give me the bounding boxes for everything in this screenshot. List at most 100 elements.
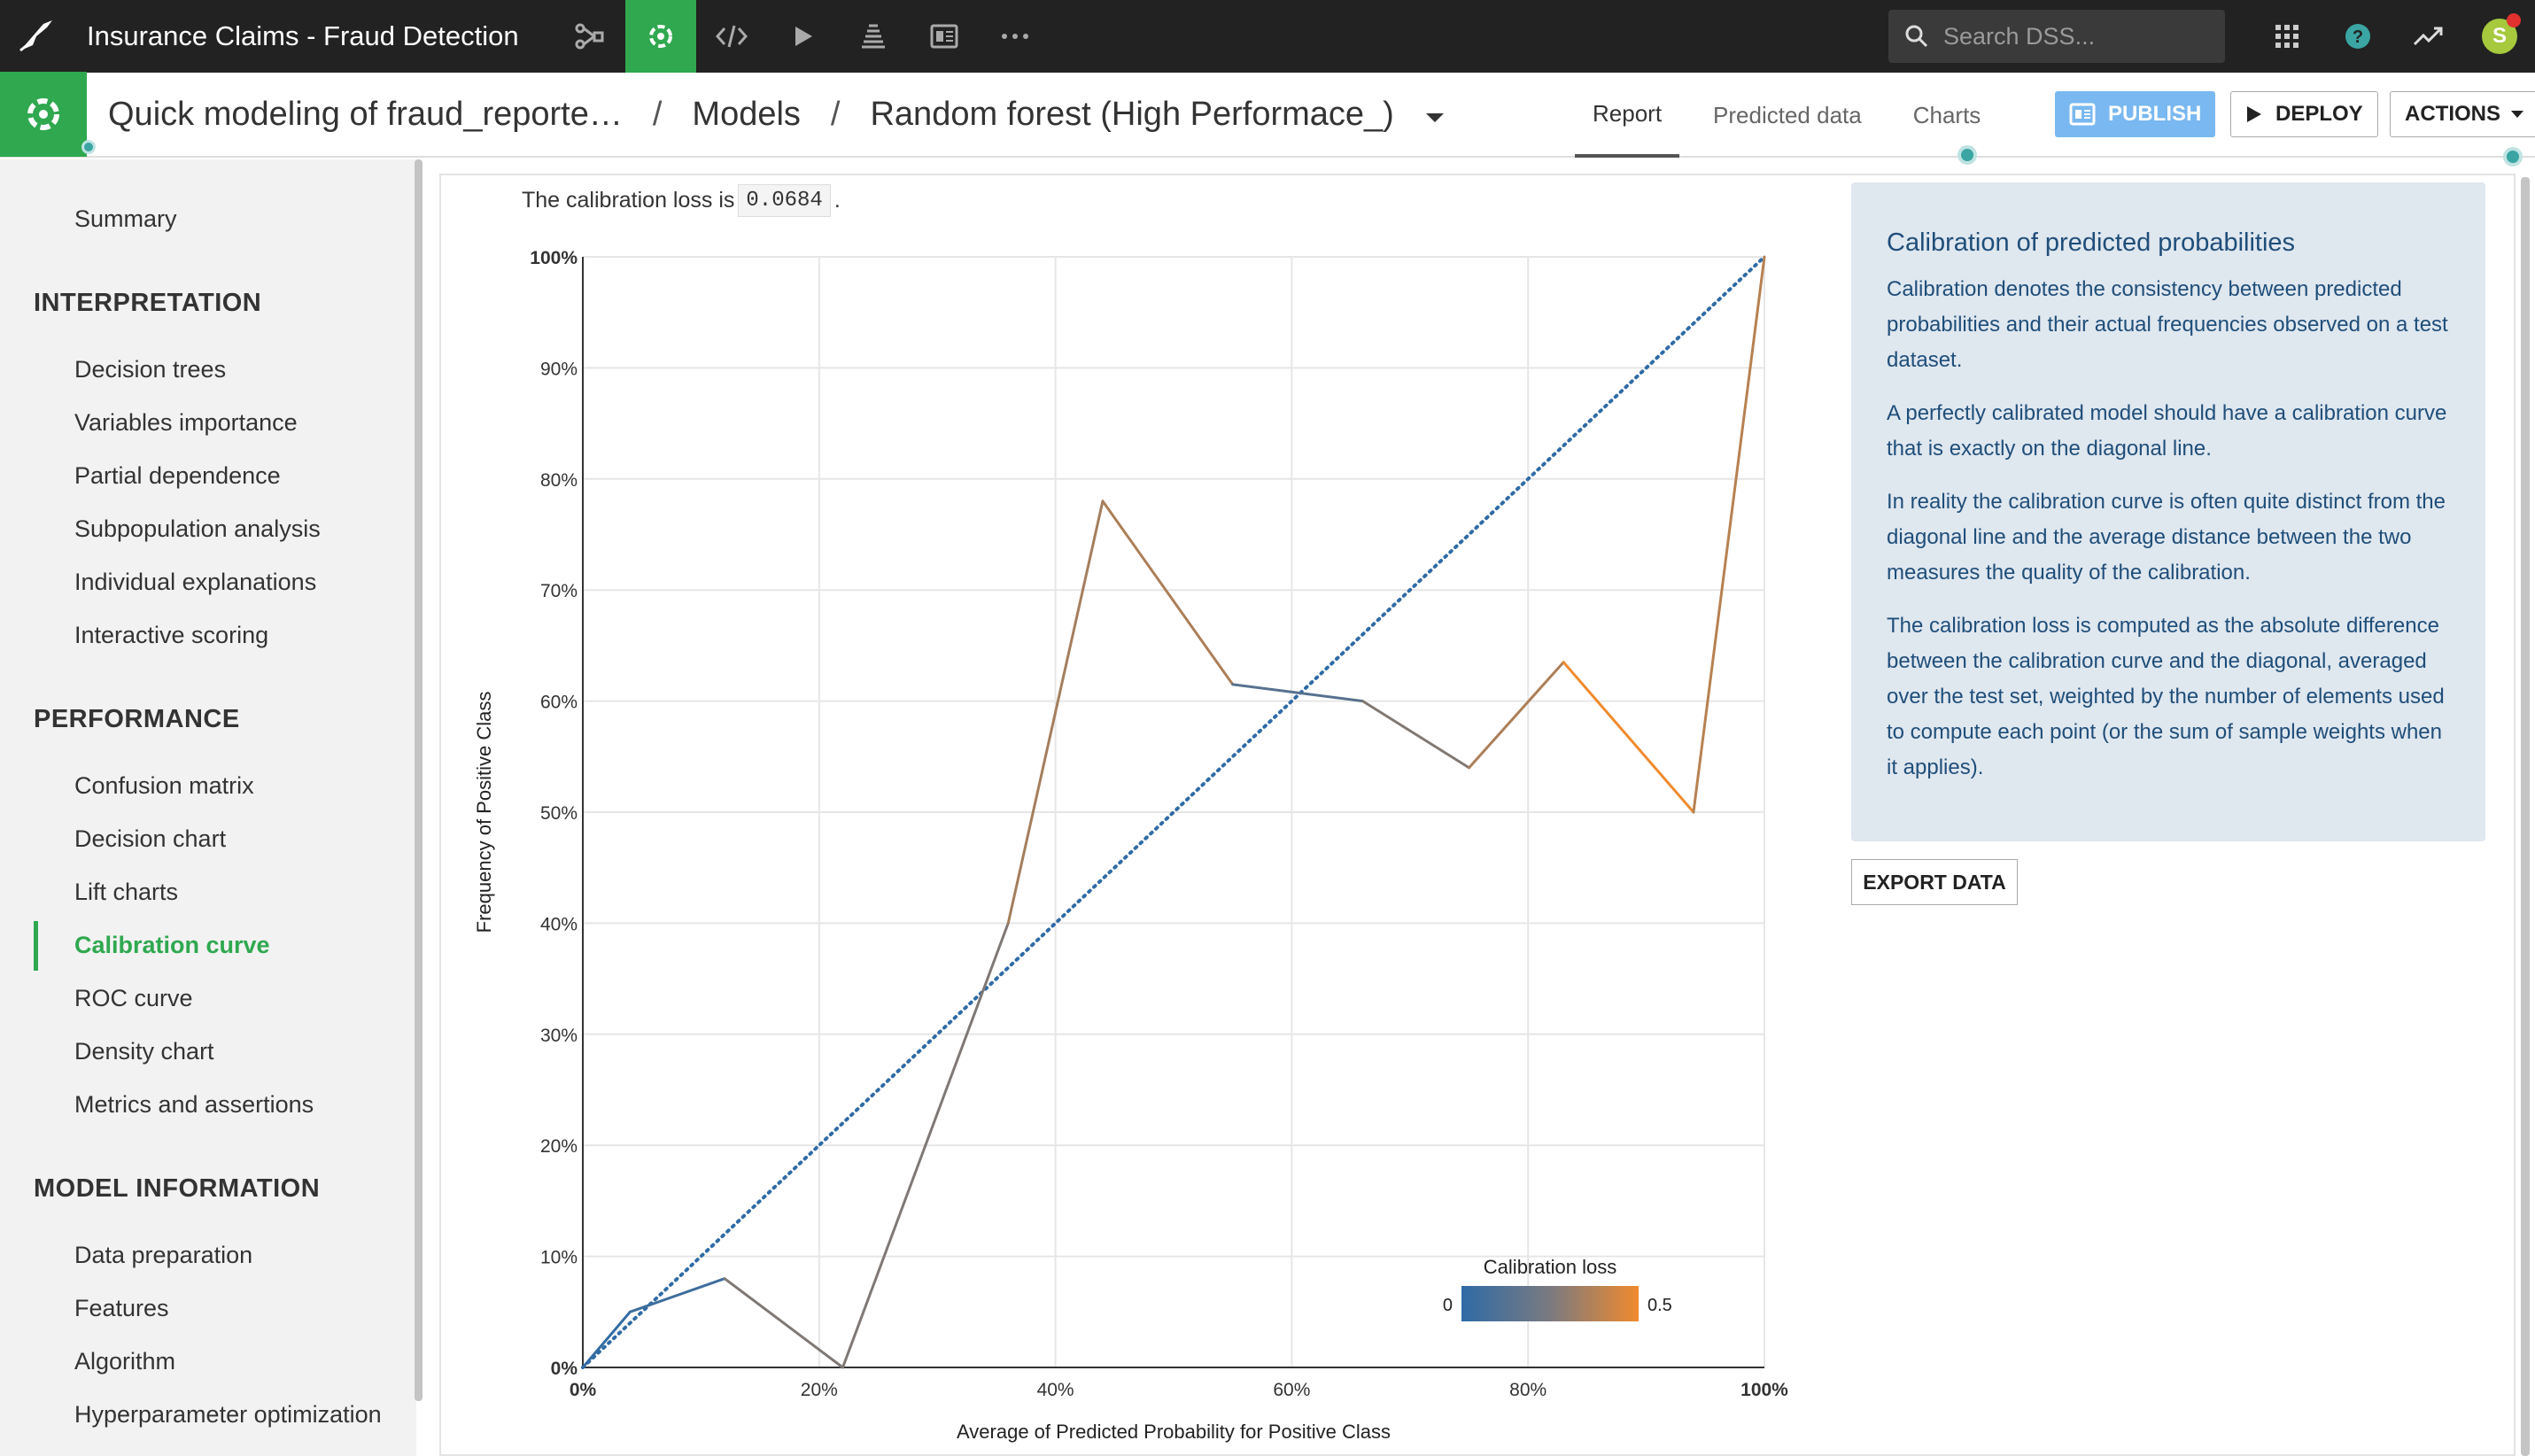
y-tick-label: 50% xyxy=(540,803,578,824)
y-tick-label: 20% xyxy=(540,1136,578,1157)
user-avatar[interactable]: S xyxy=(2464,0,2535,73)
calibration-curve-segment xyxy=(628,1277,726,1313)
more-icon[interactable] xyxy=(980,0,1050,73)
actions-button[interactable]: ACTIONS xyxy=(2390,91,2535,137)
tour-hotspot-charts[interactable] xyxy=(1957,145,1977,165)
y-tick-label: 40% xyxy=(540,914,578,934)
sidebar-item-summary[interactable]: Summary xyxy=(74,205,177,233)
notification-dot xyxy=(2507,13,2521,27)
calibration-curve-segment xyxy=(1468,661,1565,770)
main-scrollbar[interactable] xyxy=(2521,177,2530,1456)
sidebar-item-roc-curve[interactable]: ROC curve xyxy=(74,985,193,1012)
deploy-label: DEPLOY xyxy=(2275,102,2363,126)
breadcrumb: Quick modeling of fraud_reporte… / Model… xyxy=(108,96,1446,134)
sidebar-item-calibration-curve[interactable]: Calibration curve xyxy=(74,932,270,959)
actions-label: ACTIONS xyxy=(2405,102,2500,126)
breadcrumb-model-name[interactable]: Random forest (High Performace_) xyxy=(870,96,1393,134)
breadcrumb-models[interactable]: Models xyxy=(692,96,801,134)
y-tick-label: 10% xyxy=(540,1248,578,1268)
sidebar-item-individual-explanations[interactable]: Individual explanations xyxy=(74,569,316,596)
y-tick-label: 30% xyxy=(540,1026,578,1046)
sidebar-item-confusion-matrix[interactable]: Confusion matrix xyxy=(74,772,254,800)
colorscale-gradient xyxy=(1461,1286,1639,1321)
colorscale-title: Calibration loss xyxy=(1484,1256,1616,1278)
sidebar-item-density-chart[interactable]: Density chart xyxy=(74,1038,214,1065)
code-icon[interactable] xyxy=(696,0,767,73)
sidebar-item-data-preparation[interactable]: Data preparation xyxy=(74,1242,252,1269)
deploy-button[interactable]: DEPLOY xyxy=(2230,91,2378,137)
tab-predicted-data[interactable]: Predicted data xyxy=(1695,73,1880,158)
publish-icon xyxy=(2069,103,2096,126)
calibration-loss-summary: The calibration loss is 0.0684 . xyxy=(522,184,841,217)
info-paragraph: The calibration loss is computed as the … xyxy=(1887,614,2445,779)
x-tick-label: 0% xyxy=(570,1380,597,1400)
sidebar-item-variables-importance[interactable]: Variables importance xyxy=(74,409,298,437)
tour-hotspot-actions[interactable] xyxy=(2503,147,2523,167)
sidebar-item-decision-trees[interactable]: Decision trees xyxy=(74,356,226,383)
run-icon[interactable] xyxy=(767,0,838,73)
avatar-letter: S xyxy=(2492,24,2507,48)
model-tabs: Report Predicted data Charts xyxy=(1575,73,2014,158)
sidebar-item-subpopulation-analysis[interactable]: Subpopulation analysis xyxy=(74,515,321,543)
top-navigation-bar: Insurance Claims - Fraud Detection ? xyxy=(0,0,2535,73)
calibration-curve-segment xyxy=(1562,661,1695,814)
lab-icon[interactable] xyxy=(624,0,696,73)
breadcrumb-analysis[interactable]: Quick modeling of fraud_reporte… xyxy=(108,96,623,134)
calibration-curve-segment xyxy=(1231,683,1364,703)
y-tick-label: 80% xyxy=(540,470,578,491)
sidebar-item-features[interactable]: Features xyxy=(74,1295,169,1322)
calibration-curve-chart: 0% 10% 20% 30% 40% 50% 60% 70% 80% 90% 100% 0% 20% 40… xyxy=(473,248,1788,1443)
colorscale-min-label: 0 xyxy=(1443,1296,1453,1315)
tour-hotspot-model-icon[interactable] xyxy=(81,140,96,154)
sidebar-scrollbar[interactable] xyxy=(415,159,422,1401)
y-tick-label: 100% xyxy=(530,248,578,268)
dss-bird-logo-icon[interactable] xyxy=(0,0,73,73)
sidebar-active-indicator xyxy=(34,921,38,971)
tab-report[interactable]: Report xyxy=(1575,73,1680,158)
calibration-loss-value: 0.0684 xyxy=(738,184,831,217)
info-paragraph: In reality the calibration curve is ofte… xyxy=(1887,490,2446,585)
y-tick-label: 90% xyxy=(540,359,578,379)
chevron-down-icon xyxy=(2511,111,2523,118)
sidebar-item-algorithm[interactable]: Algorithm xyxy=(74,1348,175,1375)
tab-charts[interactable]: Charts xyxy=(1895,73,1999,158)
x-tick-label: 80% xyxy=(1509,1380,1547,1400)
sidebar-item-partial-dependence[interactable]: Partial dependence xyxy=(74,462,281,490)
apps-grid-icon[interactable] xyxy=(2252,0,2322,73)
x-tick-label: 60% xyxy=(1273,1380,1310,1400)
search-box[interactable] xyxy=(1888,10,2225,63)
breadcrumb-separator: / xyxy=(830,95,841,133)
model-type-icon xyxy=(0,72,87,157)
sidebar-item-interactive-scoring[interactable]: Interactive scoring xyxy=(74,622,268,649)
sidebar-item-metrics-and-assertions[interactable]: Metrics and assertions xyxy=(74,1091,314,1119)
x-tick-label: 40% xyxy=(1037,1380,1074,1400)
calibration-curve-segment xyxy=(1692,255,1766,814)
calibration-loss-prefix: The calibration loss is xyxy=(522,188,735,213)
breadcrumb-separator: / xyxy=(652,95,663,133)
help-icon[interactable]: ? xyxy=(2322,0,2393,73)
publish-label: PUBLISH xyxy=(2108,102,2202,126)
model-header: Quick modeling of fraud_reporte… / Model… xyxy=(0,72,2535,158)
sidebar-item-hyperparameter-optimization[interactable]: Hyperparameter optimization xyxy=(74,1401,382,1429)
deploy-icon[interactable] xyxy=(838,0,909,73)
colorscale-max-label: 0.5 xyxy=(1647,1296,1672,1315)
model-dropdown-caret-icon[interactable] xyxy=(1424,96,1446,134)
avatar: S xyxy=(2482,13,2521,54)
sidebar-item-decision-chart[interactable]: Decision chart xyxy=(74,825,226,853)
project-title[interactable]: Insurance Claims - Fraud Detection xyxy=(87,20,519,52)
sidebar-section-model-information: MODEL INFORMATION xyxy=(34,1174,321,1203)
dashboard-icon[interactable] xyxy=(909,0,980,73)
sidebar-section-interpretation: INTERPRETATION xyxy=(34,289,262,317)
x-tick-label: 20% xyxy=(801,1380,838,1400)
flow-icon[interactable] xyxy=(554,0,625,73)
export-data-button[interactable]: EXPORT DATA xyxy=(1851,859,2018,905)
search-input[interactable] xyxy=(1943,22,2209,50)
y-axis-label: Frequency of Positive Class xyxy=(473,692,495,933)
play-icon xyxy=(2247,106,2261,122)
trending-icon[interactable] xyxy=(2393,0,2464,73)
calibration-info-box: Calibration of predicted probabilities C… xyxy=(1851,182,2485,841)
info-paragraph: A perfectly calibrated model should have… xyxy=(1887,401,2447,461)
x-tick-label: 100% xyxy=(1740,1380,1788,1400)
sidebar-item-lift-charts[interactable]: Lift charts xyxy=(74,879,178,906)
publish-button[interactable]: PUBLISH xyxy=(2055,91,2216,137)
